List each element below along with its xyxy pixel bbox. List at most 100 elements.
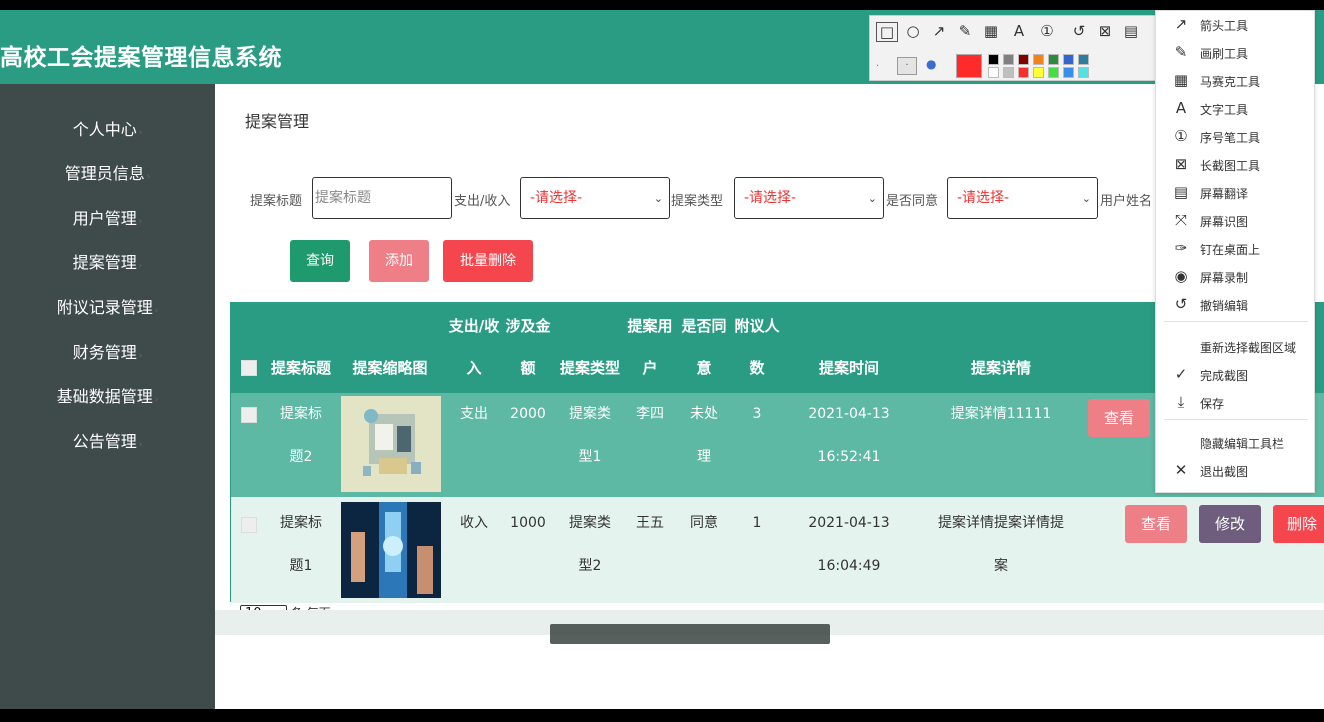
color-swatch[interactable] xyxy=(1018,67,1029,78)
size-small-icon[interactable]: · xyxy=(876,61,879,72)
color-swatch[interactable] xyxy=(1063,67,1074,78)
menu-item-save[interactable]: ⤓ 保存 xyxy=(1156,389,1316,417)
translate-icon[interactable]: ▤ xyxy=(1120,22,1142,40)
query-button[interactable]: 查询 xyxy=(290,240,350,282)
filter-title-input[interactable]: 提案标题 xyxy=(312,177,452,219)
menu-item-label: 马赛克工具 xyxy=(1200,75,1261,89)
cell-agree-line2: 理 xyxy=(697,449,711,465)
image-search-icon: ⤧ xyxy=(1174,211,1187,229)
text-tool-icon[interactable]: A xyxy=(1008,22,1030,40)
menu-divider xyxy=(1164,419,1308,420)
current-color-swatch[interactable] xyxy=(956,54,982,78)
sidebar-item-notices[interactable]: 公告管理 › xyxy=(0,428,215,452)
filter-type-value: -请选择- xyxy=(744,190,797,206)
menu-item-screen-record[interactable]: ◉ 屏幕录制 xyxy=(1156,263,1316,291)
view-button[interactable]: 查看 xyxy=(1088,399,1150,437)
menu-item-exit[interactable]: ✕ 退出截图 xyxy=(1156,457,1316,485)
undo-icon[interactable]: ↺ xyxy=(1068,22,1090,40)
filter-inout-select[interactable]: -请选择- ⌄ xyxy=(520,177,670,219)
menu-item-arrow-tool[interactable]: ↗ 箭头工具 xyxy=(1156,11,1316,39)
batch-delete-button[interactable]: 批量删除 xyxy=(443,240,533,282)
cell-detail-line1: 提案详情提案详情提 xyxy=(938,515,1064,531)
color-swatch[interactable] xyxy=(1003,54,1014,65)
edit-button[interactable]: 修改 xyxy=(1199,505,1261,543)
color-swatch[interactable] xyxy=(1003,67,1014,78)
size-medium-icon[interactable]: · xyxy=(897,57,917,75)
color-swatch[interactable] xyxy=(1048,67,1059,78)
color-swatch[interactable] xyxy=(1078,67,1089,78)
menu-item-label: 退出截图 xyxy=(1200,465,1249,479)
screenshot-menu: ↗ 箭头工具 ✎ 画刷工具 ▦ 马赛克工具 A 文字工具 ① 序号笔工具 ⊠ 长截图工具 ▤… xyxy=(1155,10,1315,493)
sidebar-item-admins[interactable]: 管理员信息 › xyxy=(0,160,215,184)
header-amount-line1: 涉及金 xyxy=(505,317,551,335)
row-checkbox[interactable] xyxy=(241,407,257,423)
menu-item-label: 序号笔工具 xyxy=(1200,131,1261,145)
menu-item-brush-tool[interactable]: ✎ 画刷工具 xyxy=(1156,39,1316,67)
cell-seconds: 1 xyxy=(752,515,762,531)
menu-item-pin-desktop[interactable]: ✑ 钉在桌面上 xyxy=(1156,235,1316,263)
cell-user: 王五 xyxy=(636,515,664,531)
menu-item-translate[interactable]: ▤ 屏幕翻译 xyxy=(1156,179,1316,207)
menu-item-label: 屏幕翻译 xyxy=(1200,187,1249,201)
number-icon: ① xyxy=(1174,127,1188,145)
color-swatch[interactable] xyxy=(1063,54,1074,65)
sidebar-item-basic-data[interactable]: 基础数据管理 › xyxy=(0,383,215,407)
sidebar-item-label: 提案管理 xyxy=(72,253,137,272)
menu-item-mosaic-tool[interactable]: ▦ 马赛克工具 xyxy=(1156,67,1316,95)
menu-item-reselect[interactable]: 重新选择截图区域 xyxy=(1156,333,1316,361)
long-screenshot-icon[interactable]: ⊠ xyxy=(1094,22,1116,40)
add-button[interactable]: 添加 xyxy=(369,240,429,282)
brush-icon: ✎ xyxy=(1174,43,1188,61)
sidebar-item-label: 用户管理 xyxy=(72,209,137,228)
proposal-thumbnail[interactable] xyxy=(341,396,441,492)
color-swatch[interactable] xyxy=(988,67,999,78)
delete-button[interactable]: 删除 xyxy=(1273,505,1324,543)
cell-time-line1: 2021-04-13 xyxy=(808,515,890,531)
menu-item-finish[interactable]: ✓ 完成截图 xyxy=(1156,361,1316,389)
proposal-thumbnail[interactable] xyxy=(341,502,441,598)
color-swatch[interactable] xyxy=(1033,54,1044,65)
chevron-down-icon: ⌄ xyxy=(653,192,663,205)
header-type: 提案类型 xyxy=(559,359,620,377)
sidebar-item-seconds[interactable]: 附议记录管理 › xyxy=(0,294,215,318)
chevron-down-icon: ⌄ xyxy=(867,192,877,205)
menu-item-label: 重新选择截图区域 xyxy=(1200,341,1297,355)
rectangle-tool-icon[interactable]: □ xyxy=(876,22,898,42)
cell-title-line1: 提案标 xyxy=(280,515,322,531)
row-checkbox[interactable] xyxy=(241,517,257,533)
color-swatch[interactable] xyxy=(1033,67,1044,78)
cell-seconds: 3 xyxy=(752,406,762,422)
size-large-icon[interactable]: ● xyxy=(926,57,936,71)
filter-type-select[interactable]: -请选择- ⌄ xyxy=(734,177,884,219)
color-swatch[interactable] xyxy=(988,54,999,65)
menu-item-long-screenshot[interactable]: ⊠ 长截图工具 xyxy=(1156,151,1316,179)
screenshot-toolbar: □ ○ ↗ ✎ ▦ A ① ↺ ⊠ ▤ · · ● xyxy=(869,15,1159,81)
sidebar-item-finance[interactable]: 财务管理 › xyxy=(0,339,215,363)
app-title: 高校工会提案管理信息系统 xyxy=(0,45,282,71)
pen-tool-icon[interactable]: ✎ xyxy=(954,22,976,40)
menu-item-number-tool[interactable]: ① 序号笔工具 xyxy=(1156,123,1316,151)
select-all-checkbox[interactable] xyxy=(241,360,257,376)
header-amount-line2: 额 xyxy=(520,359,536,377)
mosaic-tool-icon[interactable]: ▦ xyxy=(980,22,1002,40)
sidebar-item-profile[interactable]: 个人中心 › xyxy=(0,116,215,140)
color-swatch[interactable] xyxy=(1048,54,1059,65)
sidebar-item-users[interactable]: 用户管理 › xyxy=(0,205,215,229)
color-swatch[interactable] xyxy=(1018,54,1029,65)
mosaic-icon: ▦ xyxy=(1173,71,1189,89)
number-tool-icon[interactable]: ① xyxy=(1036,22,1058,40)
ellipse-tool-icon[interactable]: ○ xyxy=(902,22,924,40)
color-swatch[interactable] xyxy=(1078,54,1089,65)
sidebar-item-proposals[interactable]: 提案管理 › xyxy=(0,249,215,273)
filter-agree-select[interactable]: -请选择- ⌄ xyxy=(947,177,1098,219)
sidebar-item-label: 基础数据管理 xyxy=(56,387,153,406)
menu-item-undo[interactable]: ↺ 撤销编辑 xyxy=(1156,291,1316,319)
menu-item-text-tool[interactable]: A 文字工具 xyxy=(1156,95,1316,123)
menu-item-image-recognition[interactable]: ⤧ 屏幕识图 xyxy=(1156,207,1316,235)
arrow-icon: ↗ xyxy=(1174,15,1188,33)
header-inout-line2: 入 xyxy=(466,359,482,377)
menu-item-hide-toolbar[interactable]: 隐藏编辑工具栏 xyxy=(1156,429,1316,457)
view-button[interactable]: 查看 xyxy=(1125,505,1187,543)
arrow-tool-icon[interactable]: ↗ xyxy=(928,22,950,40)
table-row: 提案标 题1 收入 1000 提案类 型2 王五 同意 1 2021-04-13… xyxy=(231,497,1324,603)
